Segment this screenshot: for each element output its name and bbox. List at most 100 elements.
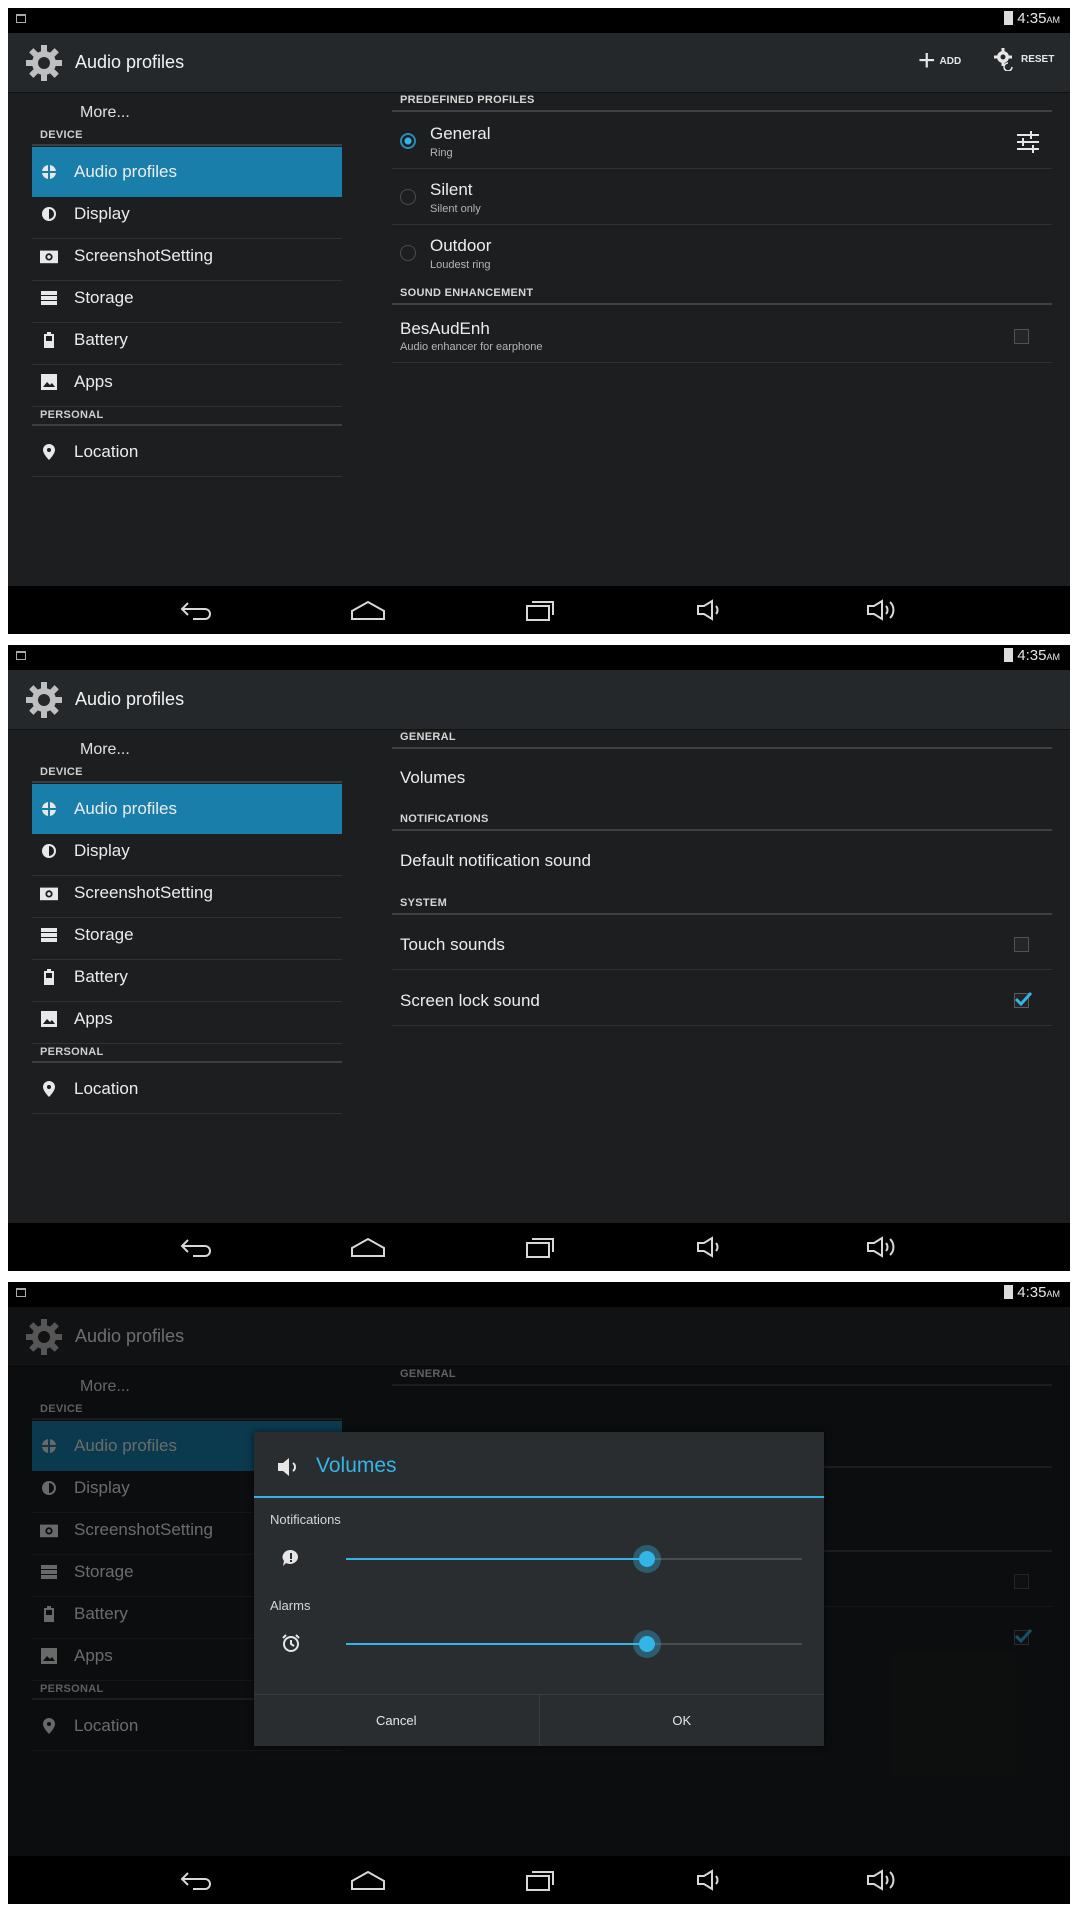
radio-outdoor[interactable] — [400, 245, 416, 261]
back-icon[interactable] — [176, 594, 216, 626]
reset-button[interactable]: RESET — [993, 47, 1054, 71]
camera-icon — [40, 247, 58, 265]
status-bar: 4:35AM — [8, 645, 1070, 670]
storage-icon — [40, 289, 58, 307]
slider-thumb[interactable] — [632, 1545, 661, 1573]
slider-fill — [346, 1643, 647, 1645]
battery-icon — [40, 331, 58, 349]
battery-icon — [40, 968, 58, 986]
navigation-bar — [8, 1223, 1070, 1271]
sidebar-item-apps[interactable]: Apps — [32, 357, 342, 407]
recent-apps-icon[interactable] — [520, 594, 560, 626]
general-settings-content: GENERAL Volumes NOTIFICATIONS Default no… — [392, 731, 1052, 1214]
divider — [392, 1025, 1052, 1026]
dialog-header: Volumes — [254, 1432, 824, 1498]
display-icon — [40, 205, 58, 223]
home-icon[interactable] — [348, 1864, 388, 1896]
notification-icon — [16, 1288, 26, 1297]
screen-lock-sound-checkbox[interactable] — [1014, 991, 1032, 1008]
checkmark-icon — [1014, 991, 1032, 1007]
ok-button[interactable]: OK — [538, 1695, 825, 1746]
besaudenh-checkbox[interactable] — [1014, 329, 1029, 344]
volume-up-icon[interactable] — [862, 594, 902, 626]
notification-icon — [16, 14, 26, 23]
divider — [392, 362, 1052, 363]
plus-icon: + — [918, 44, 936, 77]
volume-down-icon[interactable] — [690, 594, 730, 626]
volume-down-icon[interactable] — [690, 1231, 730, 1263]
navigation-bar — [8, 586, 1070, 634]
storage-icon — [40, 926, 58, 944]
volume-up-icon[interactable] — [862, 1231, 902, 1263]
section-header-system: SYSTEM — [400, 897, 448, 909]
home-icon[interactable] — [348, 1231, 388, 1263]
settings-gear-icon[interactable] — [24, 43, 64, 83]
action-bar: Audio profiles + ADD RESET — [8, 33, 1070, 93]
volumes-dialog: Volumes Notifications Alarms Cancel OK — [254, 1432, 824, 1746]
audio-profiles-content: PREDEFINED PROFILES General Ring Silent … — [392, 94, 1052, 577]
slider-fill — [346, 1558, 647, 1560]
page-title: Audio profiles — [75, 52, 185, 72]
battery-status-icon — [1004, 648, 1014, 662]
default-notification-sound-item[interactable]: Default notification sound — [400, 851, 591, 871]
home-icon[interactable] — [348, 594, 388, 626]
sidebar-header-device: DEVICE — [40, 129, 83, 141]
add-button[interactable]: + ADD — [918, 44, 961, 77]
location-pin-icon — [40, 443, 58, 461]
divider — [32, 1061, 342, 1063]
divider — [392, 110, 1052, 112]
speaker-icon — [278, 1458, 296, 1476]
volume-down-icon[interactable] — [690, 1864, 730, 1896]
display-icon — [40, 842, 58, 860]
sidebar-more[interactable]: More... — [80, 104, 130, 122]
divider — [392, 913, 1052, 915]
sidebar-item-location[interactable]: Location — [32, 427, 342, 477]
audio-profiles-icon — [40, 163, 58, 181]
divider — [32, 424, 342, 426]
notification-icon — [16, 651, 26, 660]
alarm-clock-icon — [282, 1634, 300, 1652]
radio-general[interactable] — [400, 133, 416, 149]
apps-icon — [40, 373, 58, 391]
status-clock: 4:35AM — [1004, 1284, 1060, 1301]
sidebar-item-apps[interactable]: Apps — [32, 994, 342, 1044]
slider-thumb[interactable] — [632, 1630, 661, 1658]
notification-icon — [282, 1549, 299, 1566]
profile-settings-icon[interactable] — [1014, 128, 1042, 156]
dialog-buttons: Cancel OK — [254, 1694, 824, 1746]
back-icon[interactable] — [176, 1231, 216, 1263]
status-bar: 4:35AM — [8, 1282, 1070, 1307]
divider — [392, 969, 1052, 970]
apps-icon — [40, 1010, 58, 1028]
volumes-item[interactable]: Volumes — [400, 768, 465, 788]
notifications-label: Notifications — [270, 1512, 341, 1527]
battery-status-icon — [1004, 11, 1014, 25]
radio-silent[interactable] — [400, 189, 416, 205]
alarms-label: Alarms — [270, 1598, 311, 1613]
sidebar-item-location[interactable]: Location — [32, 1064, 342, 1114]
section-header-sound-enhancement: SOUND ENHANCEMENT — [400, 287, 534, 299]
navigation-bar — [8, 1856, 1070, 1904]
recent-apps-icon[interactable] — [520, 1864, 560, 1896]
cancel-button[interactable]: Cancel — [254, 1695, 539, 1746]
divider — [392, 747, 1052, 749]
sidebar-header-device: DEVICE — [40, 766, 83, 778]
sidebar-more[interactable]: More... — [80, 741, 130, 759]
divider — [392, 829, 1052, 831]
status-bar: 4:35AM — [8, 8, 1070, 33]
divider — [32, 144, 342, 146]
settings-gear-icon[interactable] — [24, 680, 64, 720]
volume-up-icon[interactable] — [862, 1864, 902, 1896]
back-icon[interactable] — [176, 1864, 216, 1896]
sidebar-header-personal: PERSONAL — [40, 1046, 104, 1058]
notifications-volume-slider[interactable] — [346, 1545, 802, 1573]
recent-apps-icon[interactable] — [520, 1231, 560, 1263]
alarms-volume-slider[interactable] — [346, 1630, 802, 1658]
section-header-predefined-profiles: PREDEFINED PROFILES — [400, 94, 535, 106]
settings-sidebar: More... DEVICE Audio profiles Display Sc… — [32, 731, 342, 1214]
section-header-notifications: NOTIFICATIONS — [400, 813, 489, 825]
touch-sounds-checkbox[interactable] — [1014, 937, 1029, 952]
section-header-general: GENERAL — [400, 731, 456, 743]
location-pin-icon — [40, 1080, 58, 1098]
divider — [392, 168, 1052, 169]
